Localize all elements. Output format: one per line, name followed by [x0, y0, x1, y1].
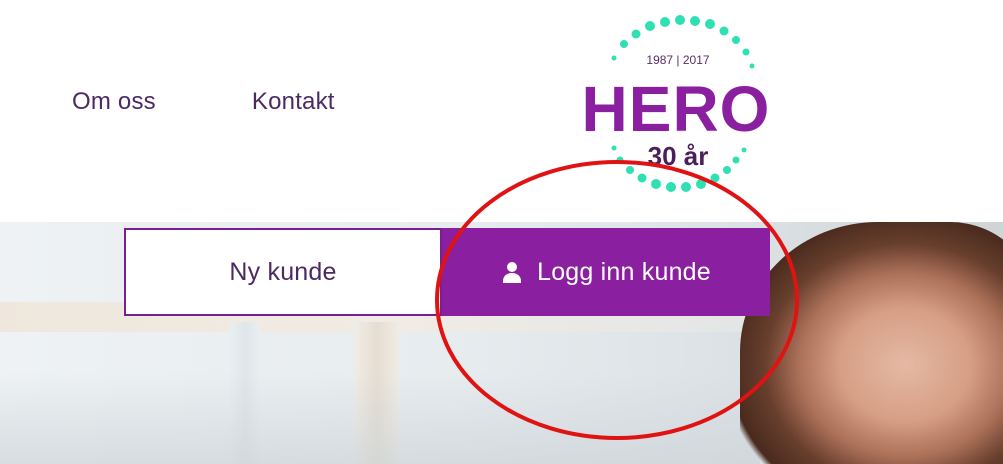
login-customer-button[interactable]: Logg inn kunde: [442, 228, 770, 316]
customer-actions: Ny kunde Logg inn kunde: [124, 228, 770, 316]
login-customer-label: Logg inn kunde: [537, 257, 711, 286]
nav-link-kontakt[interactable]: Kontakt: [252, 88, 335, 116]
user-icon: [501, 261, 523, 283]
new-customer-button[interactable]: Ny kunde: [124, 228, 442, 316]
hero-logo-graphic: 1987 | 2017 HERO 30 år: [582, 15, 771, 192]
hero-logo[interactable]: 1987 | 2017 HERO 30 år: [570, 10, 776, 206]
person-photo: [740, 222, 1003, 464]
background-haze-decor: [0, 372, 760, 464]
new-customer-label: Ny kunde: [229, 257, 337, 286]
nav-link-om-oss[interactable]: Om oss: [72, 88, 156, 116]
logo-anniversary: 30 år: [648, 141, 709, 171]
page: Om oss Kontakt 1987 | 2017 HERO 30 år Ny…: [0, 0, 1003, 464]
logo-years: 1987 | 2017: [646, 53, 710, 67]
logo-brand: HERO: [582, 73, 771, 145]
top-navigation: Om oss Kontakt: [72, 88, 335, 116]
